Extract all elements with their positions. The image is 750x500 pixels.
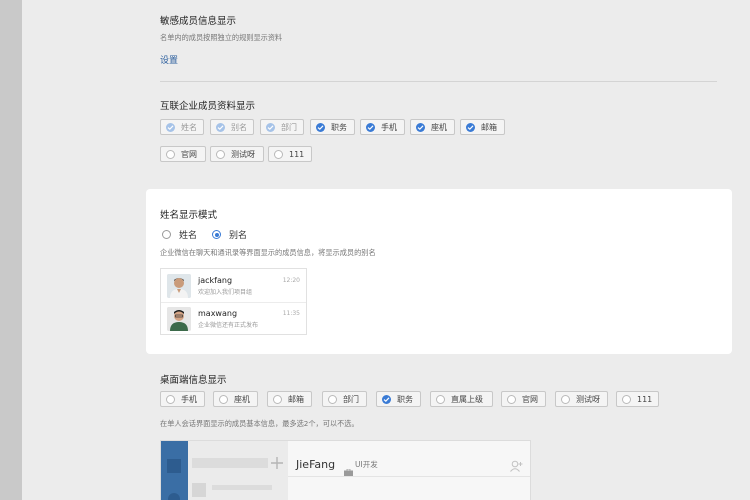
chip-111[interactable]: 111 <box>268 146 312 162</box>
check-icon <box>466 122 475 132</box>
chip-label: 官网 <box>522 394 538 404</box>
check-icon <box>216 122 225 132</box>
avatar <box>167 274 191 298</box>
unchecked-icon <box>507 394 516 404</box>
chip-name: 姓名 <box>160 119 204 135</box>
unchecked-icon <box>166 149 175 159</box>
mock-chat-header: JieFang UI开发 <box>288 441 530 500</box>
chip-department[interactable]: 部门 <box>322 391 367 407</box>
radio-selected-icon <box>212 230 221 239</box>
chip-label: 直属上级 <box>451 394 483 404</box>
chip-111[interactable]: 111 <box>616 391 659 407</box>
chip-test[interactable]: 测试呀 <box>555 391 608 407</box>
chip-title[interactable]: 职务 <box>376 391 421 407</box>
preview-message: 欢迎加入我们项目组 <box>198 289 253 296</box>
add-contact-icon <box>510 457 523 472</box>
chip-email[interactable]: 邮箱 <box>267 391 312 407</box>
mock-contact-dept: UI开发 <box>355 460 378 469</box>
radio-alias[interactable]: 别名 <box>212 228 247 241</box>
chip-label: 手机 <box>381 122 397 132</box>
avatar <box>167 307 191 331</box>
mock-nav-item <box>167 459 181 473</box>
chip-landline[interactable]: 座机 <box>410 119 455 135</box>
chip-mobile[interactable]: 手机 <box>160 391 205 407</box>
preview-name: jackfang <box>198 276 233 285</box>
check-icon <box>316 122 325 132</box>
chip-label: 测试呀 <box>576 394 600 404</box>
desktop-section-title: 桌面端信息显示 <box>160 375 227 386</box>
mock-header-divider <box>288 476 530 477</box>
chip-label: 别名 <box>231 122 247 132</box>
unchecked-icon <box>166 394 175 404</box>
sensitive-section-desc: 名单内的成员按照独立的规则显示资料 <box>160 33 283 42</box>
chip-label: 职务 <box>331 122 347 132</box>
chip-supervisor[interactable]: 直属上级 <box>430 391 493 407</box>
preview-row: maxwang 企业微信还有正式发布 11:35 <box>161 303 306 335</box>
preview-time: 11:35 <box>282 310 300 317</box>
unchecked-icon <box>622 394 631 404</box>
unchecked-icon <box>328 394 337 404</box>
check-icon <box>416 122 425 132</box>
unchecked-icon <box>216 149 225 159</box>
radio-label: 别名 <box>229 231 248 241</box>
external-section-title: 互联企业成员资料显示 <box>160 101 256 112</box>
chip-test[interactable]: 测试呀 <box>210 146 264 162</box>
chip-label: 座机 <box>431 122 447 132</box>
name-mode-title: 姓名显示模式 <box>160 210 218 221</box>
chip-mobile[interactable]: 手机 <box>360 119 405 135</box>
preview-name: maxwang <box>198 309 238 318</box>
radio-name[interactable]: 姓名 <box>162 228 197 241</box>
check-icon <box>166 122 175 132</box>
sensitive-section-title: 敏感成员信息显示 <box>160 16 237 27</box>
chip-label: 测试呀 <box>231 149 255 159</box>
preview-row: jackfang 欢迎加入我们项目组 12:20 <box>161 270 306 303</box>
chip-label: 部门 <box>343 394 359 404</box>
chip-label: 手机 <box>181 394 197 404</box>
preview-message: 企业微信还有正式发布 <box>198 322 259 329</box>
mock-contact-name: JieFang <box>296 458 336 471</box>
chip-label: 座机 <box>234 394 250 404</box>
desktop-section-desc: 在单人会话界面显示的成员基本信息，最多选2个，可以不选。 <box>160 419 359 428</box>
add-icon <box>271 455 283 469</box>
chip-title[interactable]: 职务 <box>310 119 355 135</box>
unchecked-icon <box>274 149 283 159</box>
unchecked-icon <box>561 394 570 404</box>
unchecked-icon <box>273 394 282 404</box>
section-divider <box>160 81 717 82</box>
radio-icon <box>162 230 171 239</box>
chip-label: 官网 <box>181 149 197 159</box>
unchecked-icon <box>436 394 445 404</box>
radio-label: 姓名 <box>179 231 198 241</box>
chip-label: 部门 <box>281 122 297 132</box>
chip-label: 111 <box>289 149 305 159</box>
check-icon <box>266 122 275 132</box>
check-icon <box>366 122 375 132</box>
mock-nav-bar <box>161 441 188 500</box>
check-icon <box>382 394 391 404</box>
chip-label: 职务 <box>397 394 413 404</box>
mock-session-list <box>188 441 288 500</box>
mock-avatar <box>192 483 206 497</box>
unchecked-icon <box>219 394 228 404</box>
name-mode-desc: 企业微信在聊天和通讯录等界面显示的成员信息，将显示成员的别名 <box>160 248 376 257</box>
chip-label: 111 <box>637 394 653 404</box>
chip-email[interactable]: 邮箱 <box>460 119 505 135</box>
chip-label: 姓名 <box>181 122 197 132</box>
chip-landline[interactable]: 座机 <box>213 391 258 407</box>
name-mode-preview: jackfang 欢迎加入我们项目组 12:20 maxwang 企业微信还有正… <box>160 268 307 335</box>
mock-search-bar <box>192 458 268 468</box>
sensitive-settings-link[interactable]: 设置 <box>160 53 178 66</box>
chip-website[interactable]: 官网 <box>501 391 546 407</box>
desktop-chat-mockup: JieFang UI开发 <box>160 440 531 500</box>
briefcase-icon <box>344 461 353 476</box>
mock-text-line <box>212 485 272 490</box>
window-left-margin <box>0 0 22 500</box>
preview-time: 12:20 <box>282 277 300 284</box>
chip-label: 邮箱 <box>481 122 497 132</box>
mock-nav-item <box>168 493 180 500</box>
chip-label: 邮箱 <box>288 394 304 404</box>
chip-department: 部门 <box>260 119 304 135</box>
chip-website[interactable]: 官网 <box>160 146 206 162</box>
chip-alias: 别名 <box>210 119 254 135</box>
